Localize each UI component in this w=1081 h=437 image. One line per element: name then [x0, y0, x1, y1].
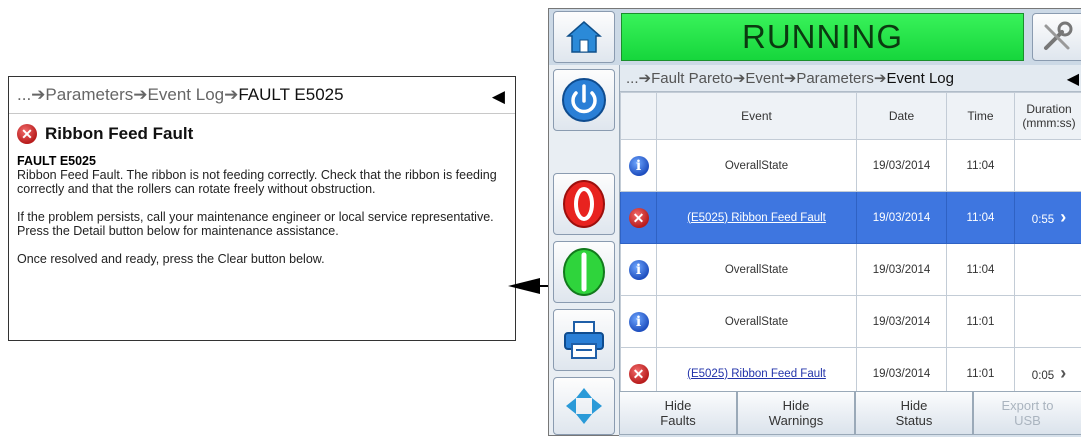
- column-header-time[interactable]: Time: [947, 93, 1015, 140]
- duration-cell: 0:55 ›: [1015, 192, 1081, 244]
- column-header-duration[interactable]: Duration (mmm:ss): [1015, 93, 1081, 140]
- printer-icon: [562, 320, 606, 360]
- back-arrow-icon[interactable]: ◀: [1067, 69, 1079, 89]
- fault-paragraph: Once resolved and ready, press the Clear…: [17, 252, 507, 266]
- date-cell: 19/03/2014: [857, 244, 947, 296]
- breadcrumb-item-parameters[interactable]: Parameters: [796, 70, 874, 87]
- time-cell: 11:01: [947, 296, 1015, 348]
- table-row[interactable]: i OverallState 19/03/201411:04: [621, 140, 1081, 192]
- time-cell: 11:04: [947, 244, 1015, 296]
- row-icon-cell: i: [621, 140, 657, 192]
- event-cell: OverallState: [657, 296, 857, 348]
- hide-faults-button[interactable]: Hide Faults: [619, 391, 737, 435]
- table-row[interactable]: i OverallState 19/03/201411:04: [621, 244, 1081, 296]
- breadcrumb-item-current: Event Log: [886, 70, 954, 87]
- column-header-icon: [621, 93, 657, 140]
- stop-icon: [561, 179, 607, 229]
- button-label: Warnings: [769, 413, 823, 428]
- button-label: Status: [896, 413, 933, 428]
- tools-button[interactable]: [1032, 13, 1081, 61]
- home-button[interactable]: [553, 11, 615, 63]
- navigation-icon: [562, 384, 606, 428]
- fault-code: FAULT E5025: [9, 144, 515, 168]
- row-icon-cell: i: [621, 296, 657, 348]
- date-cell: 19/03/2014: [857, 140, 947, 192]
- export-usb-button[interactable]: Export to USB: [973, 391, 1081, 435]
- event-link[interactable]: (E5025) Ribbon Feed Fault: [687, 368, 826, 380]
- back-arrow-icon[interactable]: ◀: [492, 87, 505, 107]
- row-icon-cell: i: [621, 244, 657, 296]
- breadcrumb-item-parameters[interactable]: Parameters: [45, 85, 133, 105]
- screen-breadcrumb: ... ➔ Fault Pareto ➔ Event ➔ Parameters …: [620, 65, 1081, 92]
- detail-breadcrumb: ... ➔ Parameters ➔ Event Log ➔ FAULT E50…: [9, 77, 515, 114]
- breadcrumb-ellipsis[interactable]: ...: [626, 70, 639, 87]
- time-cell: 11:04: [947, 192, 1015, 244]
- status-indicator: RUNNING: [621, 13, 1024, 61]
- chevron-right-icon[interactable]: ›: [1060, 207, 1066, 228]
- duration-text: 0:55: [1032, 214, 1054, 226]
- duration-text: 0:05: [1032, 370, 1054, 382]
- fault-detail-panel: ... ➔ Parameters ➔ Event Log ➔ FAULT E50…: [8, 76, 516, 341]
- callout-arrow-head: [508, 278, 540, 294]
- duration-cell: [1015, 140, 1081, 192]
- bottom-toolbar: Hide Faults Hide Warnings Hide Status Ex…: [619, 391, 1081, 437]
- button-label: Export to: [1001, 398, 1053, 413]
- date-cell: 19/03/2014: [857, 192, 947, 244]
- event-log-table: Event Date Time Duration (mmm:ss) i Overa…: [620, 92, 1081, 400]
- row-icon-cell: ✕: [621, 192, 657, 244]
- table-row[interactable]: i OverallState 19/03/201411:01: [621, 296, 1081, 348]
- button-label: USB: [1014, 413, 1041, 428]
- event-cell: OverallState: [657, 140, 857, 192]
- duration-cell: [1015, 244, 1081, 296]
- hide-status-button[interactable]: Hide Status: [855, 391, 973, 435]
- event-cell: (E5025) Ribbon Feed Fault: [657, 192, 857, 244]
- fault-title: ✕ Ribbon Feed Fault: [9, 114, 515, 144]
- hide-warnings-button[interactable]: Hide Warnings: [737, 391, 855, 435]
- navigation-button[interactable]: [553, 377, 615, 435]
- column-header-event[interactable]: Event: [657, 93, 857, 140]
- power-icon: [561, 77, 607, 123]
- print-button[interactable]: [553, 309, 615, 371]
- power-button[interactable]: [553, 69, 615, 131]
- breadcrumb-item-event-log[interactable]: Event Log: [148, 85, 225, 105]
- fault-icon: ✕: [17, 124, 37, 144]
- start-icon: [561, 247, 607, 297]
- button-label: Hide: [665, 398, 692, 413]
- button-label: Faults: [660, 413, 695, 428]
- chevron-right-icon[interactable]: ›: [1060, 363, 1066, 384]
- table-row[interactable]: ✕ (E5025) Ribbon Feed Fault 19/03/201411:0…: [621, 192, 1081, 244]
- breadcrumb-item-current: FAULT E5025: [238, 85, 343, 105]
- event-log-panel: ... ➔ Fault Pareto ➔ Event ➔ Parameters …: [619, 65, 1081, 391]
- stop-button[interactable]: [553, 173, 615, 235]
- printer-screen: RUNNING: [548, 8, 1081, 436]
- event-text: OverallState: [725, 264, 788, 276]
- button-label: Hide: [783, 398, 810, 413]
- event-cell: OverallState: [657, 244, 857, 296]
- info-icon: i: [629, 156, 649, 176]
- start-button[interactable]: [553, 241, 615, 303]
- info-icon: i: [629, 312, 649, 332]
- home-icon: [566, 20, 602, 54]
- duration-cell: [1015, 296, 1081, 348]
- event-link[interactable]: (E5025) Ribbon Feed Fault: [687, 212, 826, 224]
- info-icon: i: [629, 260, 649, 280]
- breadcrumb-item-fault-pareto[interactable]: Fault Pareto: [651, 70, 733, 87]
- button-label: Hide: [901, 398, 928, 413]
- fault-icon: ✕: [629, 208, 649, 228]
- event-text: OverallState: [725, 316, 788, 328]
- fault-paragraph: If the problem persists, call your maint…: [17, 210, 507, 238]
- table-header-row: Event Date Time Duration (mmm:ss): [621, 93, 1081, 140]
- breadcrumb-ellipsis[interactable]: ...: [17, 85, 31, 105]
- date-cell: 19/03/2014: [857, 296, 947, 348]
- fault-title-text: Ribbon Feed Fault: [45, 124, 193, 144]
- column-header-date[interactable]: Date: [857, 93, 947, 140]
- tools-icon: [1040, 20, 1074, 54]
- event-text: OverallState: [725, 160, 788, 172]
- fault-paragraph: Ribbon Feed Fault. The ribbon is not fee…: [17, 168, 507, 196]
- fault-description: Ribbon Feed Fault. The ribbon is not fee…: [9, 168, 515, 266]
- status-text: RUNNING: [742, 18, 903, 56]
- fault-icon: ✕: [629, 364, 649, 384]
- breadcrumb-item-event[interactable]: Event: [745, 70, 783, 87]
- time-cell: 11:04: [947, 140, 1015, 192]
